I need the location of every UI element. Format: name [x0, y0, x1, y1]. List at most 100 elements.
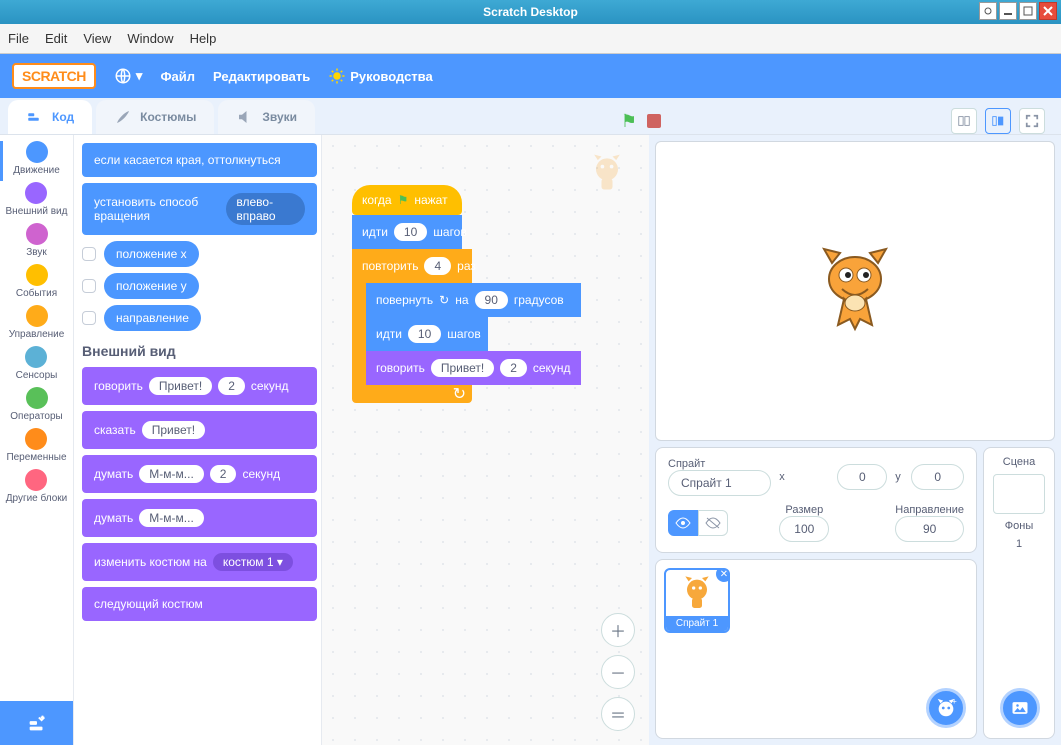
- small-stage-button[interactable]: [951, 108, 977, 134]
- script-say-for[interactable]: говорить Привет! 2 секунд: [366, 351, 581, 385]
- scene-title: Сцена: [1003, 456, 1035, 468]
- workspace[interactable]: когда ⚑ нажат идти 10 шагов повторить 4 …: [322, 135, 649, 745]
- menu-view[interactable]: View: [83, 31, 111, 46]
- category-looks[interactable]: Внешний вид: [6, 182, 68, 217]
- script-move-1[interactable]: идти 10 шагов: [352, 215, 462, 249]
- block-say-for-secs[interactable]: говорить Привет! 2 секунд: [82, 367, 317, 405]
- turn-val-input[interactable]: 90: [475, 291, 508, 309]
- sprite-watermark-icon: [585, 151, 629, 195]
- backdrop-thumbnail[interactable]: [993, 474, 1045, 514]
- category-events[interactable]: События: [16, 264, 57, 299]
- delete-sprite-button[interactable]: ✕: [716, 568, 730, 582]
- turn-right-icon: ↻: [439, 293, 449, 307]
- right-column: Спрайт Спрайт 1 x 0 y 0 Размер 100: [649, 135, 1061, 745]
- topbar-tutorials[interactable]: Руководства: [328, 67, 433, 85]
- sprite-on-stage-icon: [810, 241, 900, 341]
- extension-button[interactable]: [0, 701, 73, 745]
- x-input[interactable]: 0: [837, 464, 887, 490]
- sprite-thumbnail[interactable]: ✕ Спрайт 1: [664, 568, 730, 633]
- maximize-button[interactable]: [1019, 2, 1037, 20]
- block-y-position[interactable]: положение y: [104, 273, 199, 299]
- move1-val-input[interactable]: 10: [394, 223, 427, 241]
- stage[interactable]: [655, 141, 1055, 441]
- say-for-msg-input[interactable]: Привет!: [149, 377, 212, 395]
- category-operators[interactable]: Операторы: [10, 387, 62, 422]
- show-sprite-button[interactable]: [668, 510, 698, 536]
- category-control[interactable]: Управление: [9, 305, 65, 340]
- menu-edit[interactable]: Edit: [45, 31, 67, 46]
- move2-val-input[interactable]: 10: [408, 325, 441, 343]
- monitor-y-checkbox[interactable]: [82, 279, 96, 293]
- category-sensing[interactable]: Сенсоры: [16, 346, 58, 381]
- say-msg-input[interactable]: Привет!: [142, 421, 205, 439]
- large-stage-button[interactable]: [985, 108, 1011, 134]
- think-msg-input[interactable]: М-м-м...: [139, 509, 204, 527]
- block-set-rotation-style[interactable]: установить способ вращения влево-вправо: [82, 183, 317, 235]
- motion-dot-icon: [26, 141, 48, 163]
- window-title: Scratch Desktop: [483, 5, 578, 19]
- fullscreen-button[interactable]: [1019, 108, 1045, 134]
- category-myblocks[interactable]: Другие блоки: [6, 469, 68, 504]
- topbar-file[interactable]: Файл: [160, 69, 195, 84]
- sprite-label: Спрайт: [668, 458, 771, 470]
- rollup-button[interactable]: [979, 2, 997, 20]
- script-repeat[interactable]: повторить 4 раз: [352, 249, 472, 283]
- tab-code[interactable]: Код: [8, 100, 92, 134]
- rotation-style-dropdown[interactable]: влево-вправо: [226, 193, 305, 225]
- monitor-x-checkbox[interactable]: [82, 247, 96, 261]
- script-say-msg-input[interactable]: Привет!: [431, 359, 494, 377]
- block-if-on-edge-bounce[interactable]: если касается края, оттолкнуться: [82, 143, 317, 177]
- block-palette[interactable]: если касается края, оттолкнуться установ…: [74, 135, 322, 745]
- script-say-secs-input[interactable]: 2: [500, 359, 527, 377]
- direction-input[interactable]: 90: [895, 516, 964, 542]
- add-sprite-button[interactable]: +: [926, 688, 966, 728]
- scratch-topbar: SCRATCH ▾ Файл Редактировать Руководства: [0, 54, 1061, 98]
- say-for-secs-input[interactable]: 2: [218, 377, 245, 395]
- block-when-flag-clicked[interactable]: когда ⚑ нажат: [352, 185, 462, 215]
- costume-dropdown[interactable]: костюм 1 ▾: [213, 553, 293, 571]
- script-stack[interactable]: когда ⚑ нажат идти 10 шагов повторить 4 …: [352, 185, 581, 403]
- zoom-in-button[interactable]: ＋: [601, 613, 635, 647]
- topbar-edit[interactable]: Редактировать: [213, 69, 310, 84]
- menu-window[interactable]: Window: [127, 31, 173, 46]
- add-backdrop-button[interactable]: [1000, 688, 1040, 728]
- reporter-direction: направление: [82, 305, 317, 331]
- category-motion[interactable]: Движение: [13, 141, 60, 176]
- script-turn[interactable]: повернуть ↻ на 90 градусов: [366, 283, 581, 317]
- repeat-val-input[interactable]: 4: [424, 257, 451, 275]
- minimize-button[interactable]: [999, 2, 1017, 20]
- think-for-secs-input[interactable]: 2: [210, 465, 237, 483]
- zoom-reset-button[interactable]: ＝: [601, 697, 635, 731]
- hide-sprite-button[interactable]: [698, 510, 728, 536]
- sprite-panel: Спрайт Спрайт 1 x 0 y 0 Размер 100: [655, 447, 977, 739]
- think-for-msg-input[interactable]: М-м-м...: [139, 465, 204, 483]
- block-think-for-secs[interactable]: думать М-м-м... 2 секунд: [82, 455, 317, 493]
- sprite-name-input[interactable]: Спрайт 1: [668, 470, 771, 496]
- category-sound[interactable]: Звук: [26, 223, 48, 258]
- size-input[interactable]: 100: [779, 516, 829, 542]
- block-next-costume[interactable]: следующий костюм: [82, 587, 317, 621]
- x-label: x: [779, 471, 829, 483]
- y-input[interactable]: 0: [911, 464, 964, 490]
- loop-arrow-icon: ↻: [453, 384, 466, 404]
- tab-costumes[interactable]: Костюмы: [96, 100, 214, 134]
- block-x-position[interactable]: положение x: [104, 241, 199, 267]
- close-button[interactable]: [1039, 2, 1057, 20]
- zoom-out-button[interactable]: －: [601, 655, 635, 689]
- category-variables[interactable]: Переменные: [6, 428, 66, 463]
- block-think[interactable]: думать М-м-м...: [82, 499, 317, 537]
- image-icon: [1010, 698, 1030, 718]
- block-say[interactable]: сказать Привет!: [82, 411, 317, 449]
- menu-help[interactable]: Help: [190, 31, 217, 46]
- monitor-direction-checkbox[interactable]: [82, 311, 96, 325]
- menu-file[interactable]: File: [8, 31, 29, 46]
- green-flag-button[interactable]: ⚑: [621, 111, 637, 132]
- scratch-logo[interactable]: SCRATCH: [12, 63, 96, 89]
- language-button[interactable]: ▾: [114, 67, 143, 85]
- stop-button[interactable]: [647, 114, 661, 128]
- repeat-loop-end: ↻: [352, 385, 472, 403]
- tab-sounds[interactable]: Звуки: [218, 100, 315, 134]
- block-switch-costume[interactable]: изменить костюм на костюм 1 ▾: [82, 543, 317, 581]
- block-direction[interactable]: направление: [104, 305, 201, 331]
- script-move-2[interactable]: идти 10 шагов: [366, 317, 488, 351]
